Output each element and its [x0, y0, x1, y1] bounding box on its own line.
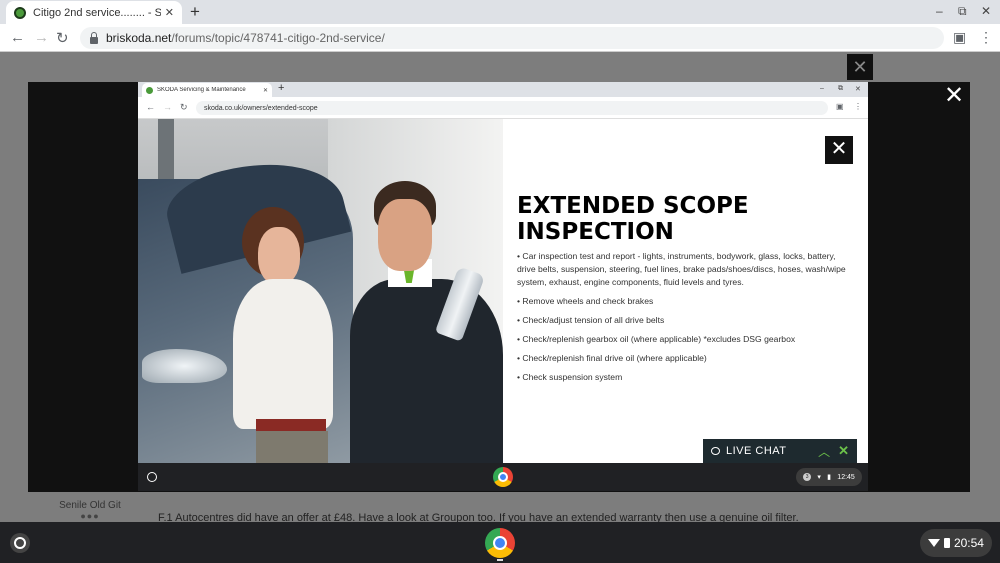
- inner-tab-strip: ŠKODA Servicing & Maintenance ✕ + – ⧉ ✕: [138, 82, 868, 97]
- inner-menu-icon: ⋮: [854, 102, 862, 111]
- forum-user-info: Senile Old Git ●●●: [50, 500, 130, 521]
- status-tray[interactable]: 20:54: [920, 529, 992, 557]
- inner-back-icon: ←: [146, 102, 155, 112]
- inner-address-bar: skoda.co.uk/owners/extended-scope: [196, 101, 828, 115]
- list-item: Check/replenish gearbox oil (where appli…: [517, 333, 847, 346]
- attached-screenshot: ŠKODA Servicing & Maintenance ✕ + – ⧉ ✕ …: [138, 82, 868, 491]
- title-line-1: EXTENDED SCOPE: [517, 193, 749, 219]
- restore-button[interactable]: ⧉: [958, 4, 967, 19]
- running-indicator: [497, 559, 503, 561]
- inspection-list: Car inspection test and report - lights,…: [517, 250, 847, 390]
- minimize-button[interactable]: –: [936, 4, 943, 18]
- inner-toolbar: ← → ↻ skoda.co.uk/owners/extended-scope …: [138, 97, 868, 119]
- mechanic-customer-photo: [138, 119, 503, 463]
- inner-browser-tab: ŠKODA Servicing & Maintenance ✕: [142, 83, 272, 97]
- lock-icon: [90, 31, 98, 44]
- notification-badge: 3: [803, 473, 812, 481]
- window-close-button[interactable]: ✕: [981, 4, 991, 18]
- inner-launcher-icon: [147, 472, 157, 482]
- chat-bubble-icon: [711, 447, 720, 455]
- photo-woman-face: [258, 227, 300, 285]
- battery-icon: [943, 538, 950, 548]
- inner-wifi-icon: ▾: [817, 474, 821, 481]
- menu-button[interactable]: ⋮: [979, 29, 993, 46]
- background-close-icon: ✕: [847, 54, 873, 80]
- page-title: EXTENDED SCOPE INSPECTION: [517, 193, 817, 245]
- os-shelf: 20:54: [0, 522, 1000, 563]
- inner-reload-icon: ↻: [180, 102, 188, 112]
- inner-shelf: 3 ▾ ▮ 12:45: [138, 463, 868, 491]
- inner-tab-close-icon: ✕: [262, 87, 268, 94]
- lightbox-close-button[interactable]: ✕: [944, 84, 964, 108]
- user-rank: Senile Old Git: [59, 500, 121, 511]
- tab-strip: Citigo 2nd service........ - Skoda Cit ✕…: [0, 0, 1000, 24]
- inner-battery-icon: ▮: [827, 474, 832, 481]
- tab-title: Citigo 2nd service........ - Skoda Cit: [33, 6, 161, 19]
- panel-close-icon: ✕: [825, 136, 853, 164]
- inner-new-tab-icon: +: [278, 82, 285, 94]
- reload-button[interactable]: ↻: [56, 29, 69, 47]
- inner-close-icon: ✕: [855, 86, 861, 93]
- back-button[interactable]: ←: [10, 29, 25, 46]
- chrome-icon[interactable]: [485, 528, 515, 558]
- forward-button[interactable]: →: [34, 29, 49, 46]
- inner-minimize-icon: –: [820, 85, 824, 92]
- inner-chrome-icon: [493, 467, 513, 487]
- browser-toolbar: ← → ↻ briskoda.net/forums/topic/478741-c…: [0, 24, 1000, 52]
- list-item: Check/replenish final drive oil (where a…: [517, 352, 847, 365]
- rank-dots: ●●●: [80, 511, 100, 521]
- skoda-favicon-icon: [14, 6, 26, 19]
- inner-clock: 12:45: [837, 473, 855, 481]
- inner-status-tray: 3 ▾ ▮ 12:45: [796, 468, 862, 486]
- clock: 20:54: [953, 536, 984, 550]
- url-text: briskoda.net/forums/topic/478741-citigo-…: [106, 31, 385, 45]
- chevron-up-icon: ︿: [818, 444, 831, 459]
- inner-url-text: skoda.co.uk/owners/extended-scope: [204, 104, 318, 112]
- inner-tab-title: ŠKODA Servicing & Maintenance: [157, 87, 246, 93]
- chat-close-icon: ✕: [838, 443, 849, 458]
- browser-tab[interactable]: Citigo 2nd service........ - Skoda Cit ✕: [6, 1, 182, 24]
- profile-icon[interactable]: ▣: [953, 29, 966, 46]
- title-line-2: INSPECTION: [517, 219, 674, 245]
- tab-close-icon[interactable]: ✕: [165, 6, 174, 19]
- inner-skoda-favicon-icon: [146, 86, 153, 94]
- live-chat-label: LIVE CHAT: [726, 445, 787, 457]
- new-tab-button[interactable]: +: [190, 2, 200, 22]
- address-bar[interactable]: briskoda.net/forums/topic/478741-citigo-…: [80, 27, 944, 49]
- inner-restore-icon: ⧉: [838, 85, 843, 92]
- url-host: briskoda.net: [106, 31, 172, 45]
- wifi-icon: [927, 539, 940, 547]
- live-chat-widget: LIVE CHAT ︿ ✕: [703, 439, 857, 463]
- list-item: Check/adjust tension of all drive belts: [517, 314, 847, 327]
- photo-woman-blouse: [233, 279, 333, 429]
- photo-woman-belt: [256, 419, 326, 431]
- inner-forward-icon: →: [163, 102, 172, 112]
- photo-man-face: [378, 199, 432, 271]
- url-path: /forums/topic/478741-citigo-2nd-service/: [171, 31, 385, 45]
- list-item: Car inspection test and report - lights,…: [517, 250, 847, 289]
- launcher-button[interactable]: [10, 533, 30, 553]
- list-item: Check suspension system: [517, 371, 847, 384]
- photo-man-sweater: [350, 279, 503, 463]
- inner-profile-icon: ▣: [836, 102, 844, 111]
- list-item: Remove wheels and check brakes: [517, 295, 847, 308]
- photo-woman-trousers: [256, 431, 328, 463]
- inspection-panel: ✕ EXTENDED SCOPE INSPECTION Car inspecti…: [503, 119, 868, 463]
